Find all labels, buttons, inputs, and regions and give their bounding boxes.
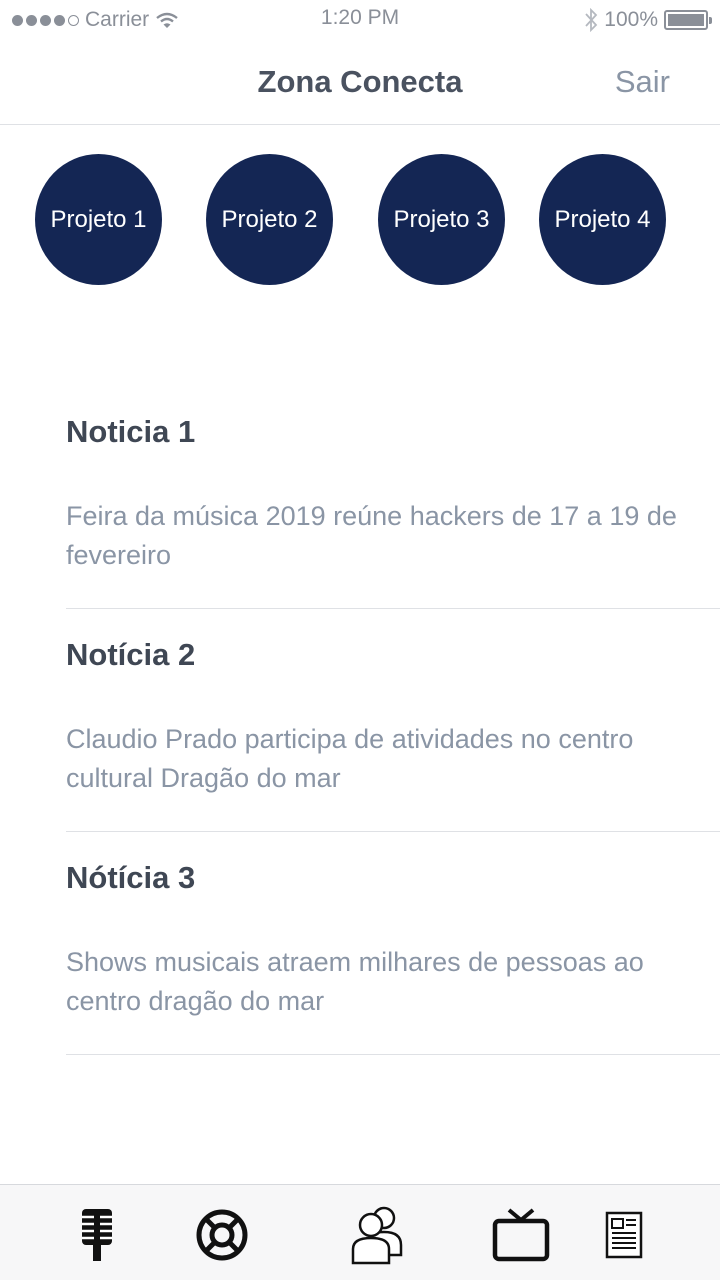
- tab-news[interactable]: [592, 1203, 656, 1267]
- lifebuoy-icon: [196, 1209, 248, 1261]
- news-summary: Claudio Prado participa de atividades no…: [66, 724, 634, 793]
- battery-percent: 100%: [604, 8, 658, 31]
- status-bar: Carrier 1:20 PM 100%: [0, 0, 720, 40]
- bluetooth-icon: [585, 8, 598, 32]
- news-summary: Feira da música 2019 reúne hackers de 17…: [66, 501, 677, 570]
- tab-microphone[interactable]: [65, 1203, 129, 1267]
- tv-icon: [492, 1208, 550, 1262]
- project-button-4[interactable]: Projeto 4: [539, 154, 666, 285]
- news-item[interactable]: Noticia 1 Feira da música 2019 reúne hac…: [66, 386, 720, 609]
- news-summary: Shows musicais atraem milhares de pessoa…: [66, 947, 644, 1016]
- news-title: Notícia 2: [66, 637, 196, 672]
- users-icon: [351, 1206, 403, 1265]
- logout-button[interactable]: Sair: [615, 64, 670, 100]
- project-button-1[interactable]: Projeto 1: [35, 154, 162, 285]
- nav-bar: Zona Conecta Sair: [0, 40, 720, 125]
- news-item[interactable]: Notícia 2 Claudio Prado participa de ati…: [66, 609, 720, 832]
- news-title: Nótícia 3: [66, 860, 196, 895]
- battery-icon: [664, 10, 712, 30]
- microphone-icon: [82, 1209, 112, 1261]
- page-title: Zona Conecta: [257, 64, 463, 99]
- projects-row: Projeto 1 Projeto 2 Projeto 3 Projeto 4: [0, 154, 720, 286]
- news-list: Noticia 1 Feira da música 2019 reúne hac…: [66, 386, 720, 1055]
- news-title: Noticia 1: [66, 414, 196, 449]
- tab-bar: [0, 1184, 720, 1280]
- project-button-2[interactable]: Projeto 2: [206, 154, 333, 285]
- battery-level: [668, 14, 704, 26]
- tab-tv[interactable]: [489, 1203, 553, 1267]
- project-button-3[interactable]: Projeto 3: [378, 154, 505, 285]
- tab-community[interactable]: [346, 1203, 410, 1267]
- news-item[interactable]: Nótícia 3 Shows musicais atraem milhares…: [66, 832, 720, 1055]
- battery-info: 100%: [584, 6, 712, 34]
- tab-lifebuoy[interactable]: [190, 1203, 254, 1267]
- newspaper-icon: [605, 1211, 643, 1259]
